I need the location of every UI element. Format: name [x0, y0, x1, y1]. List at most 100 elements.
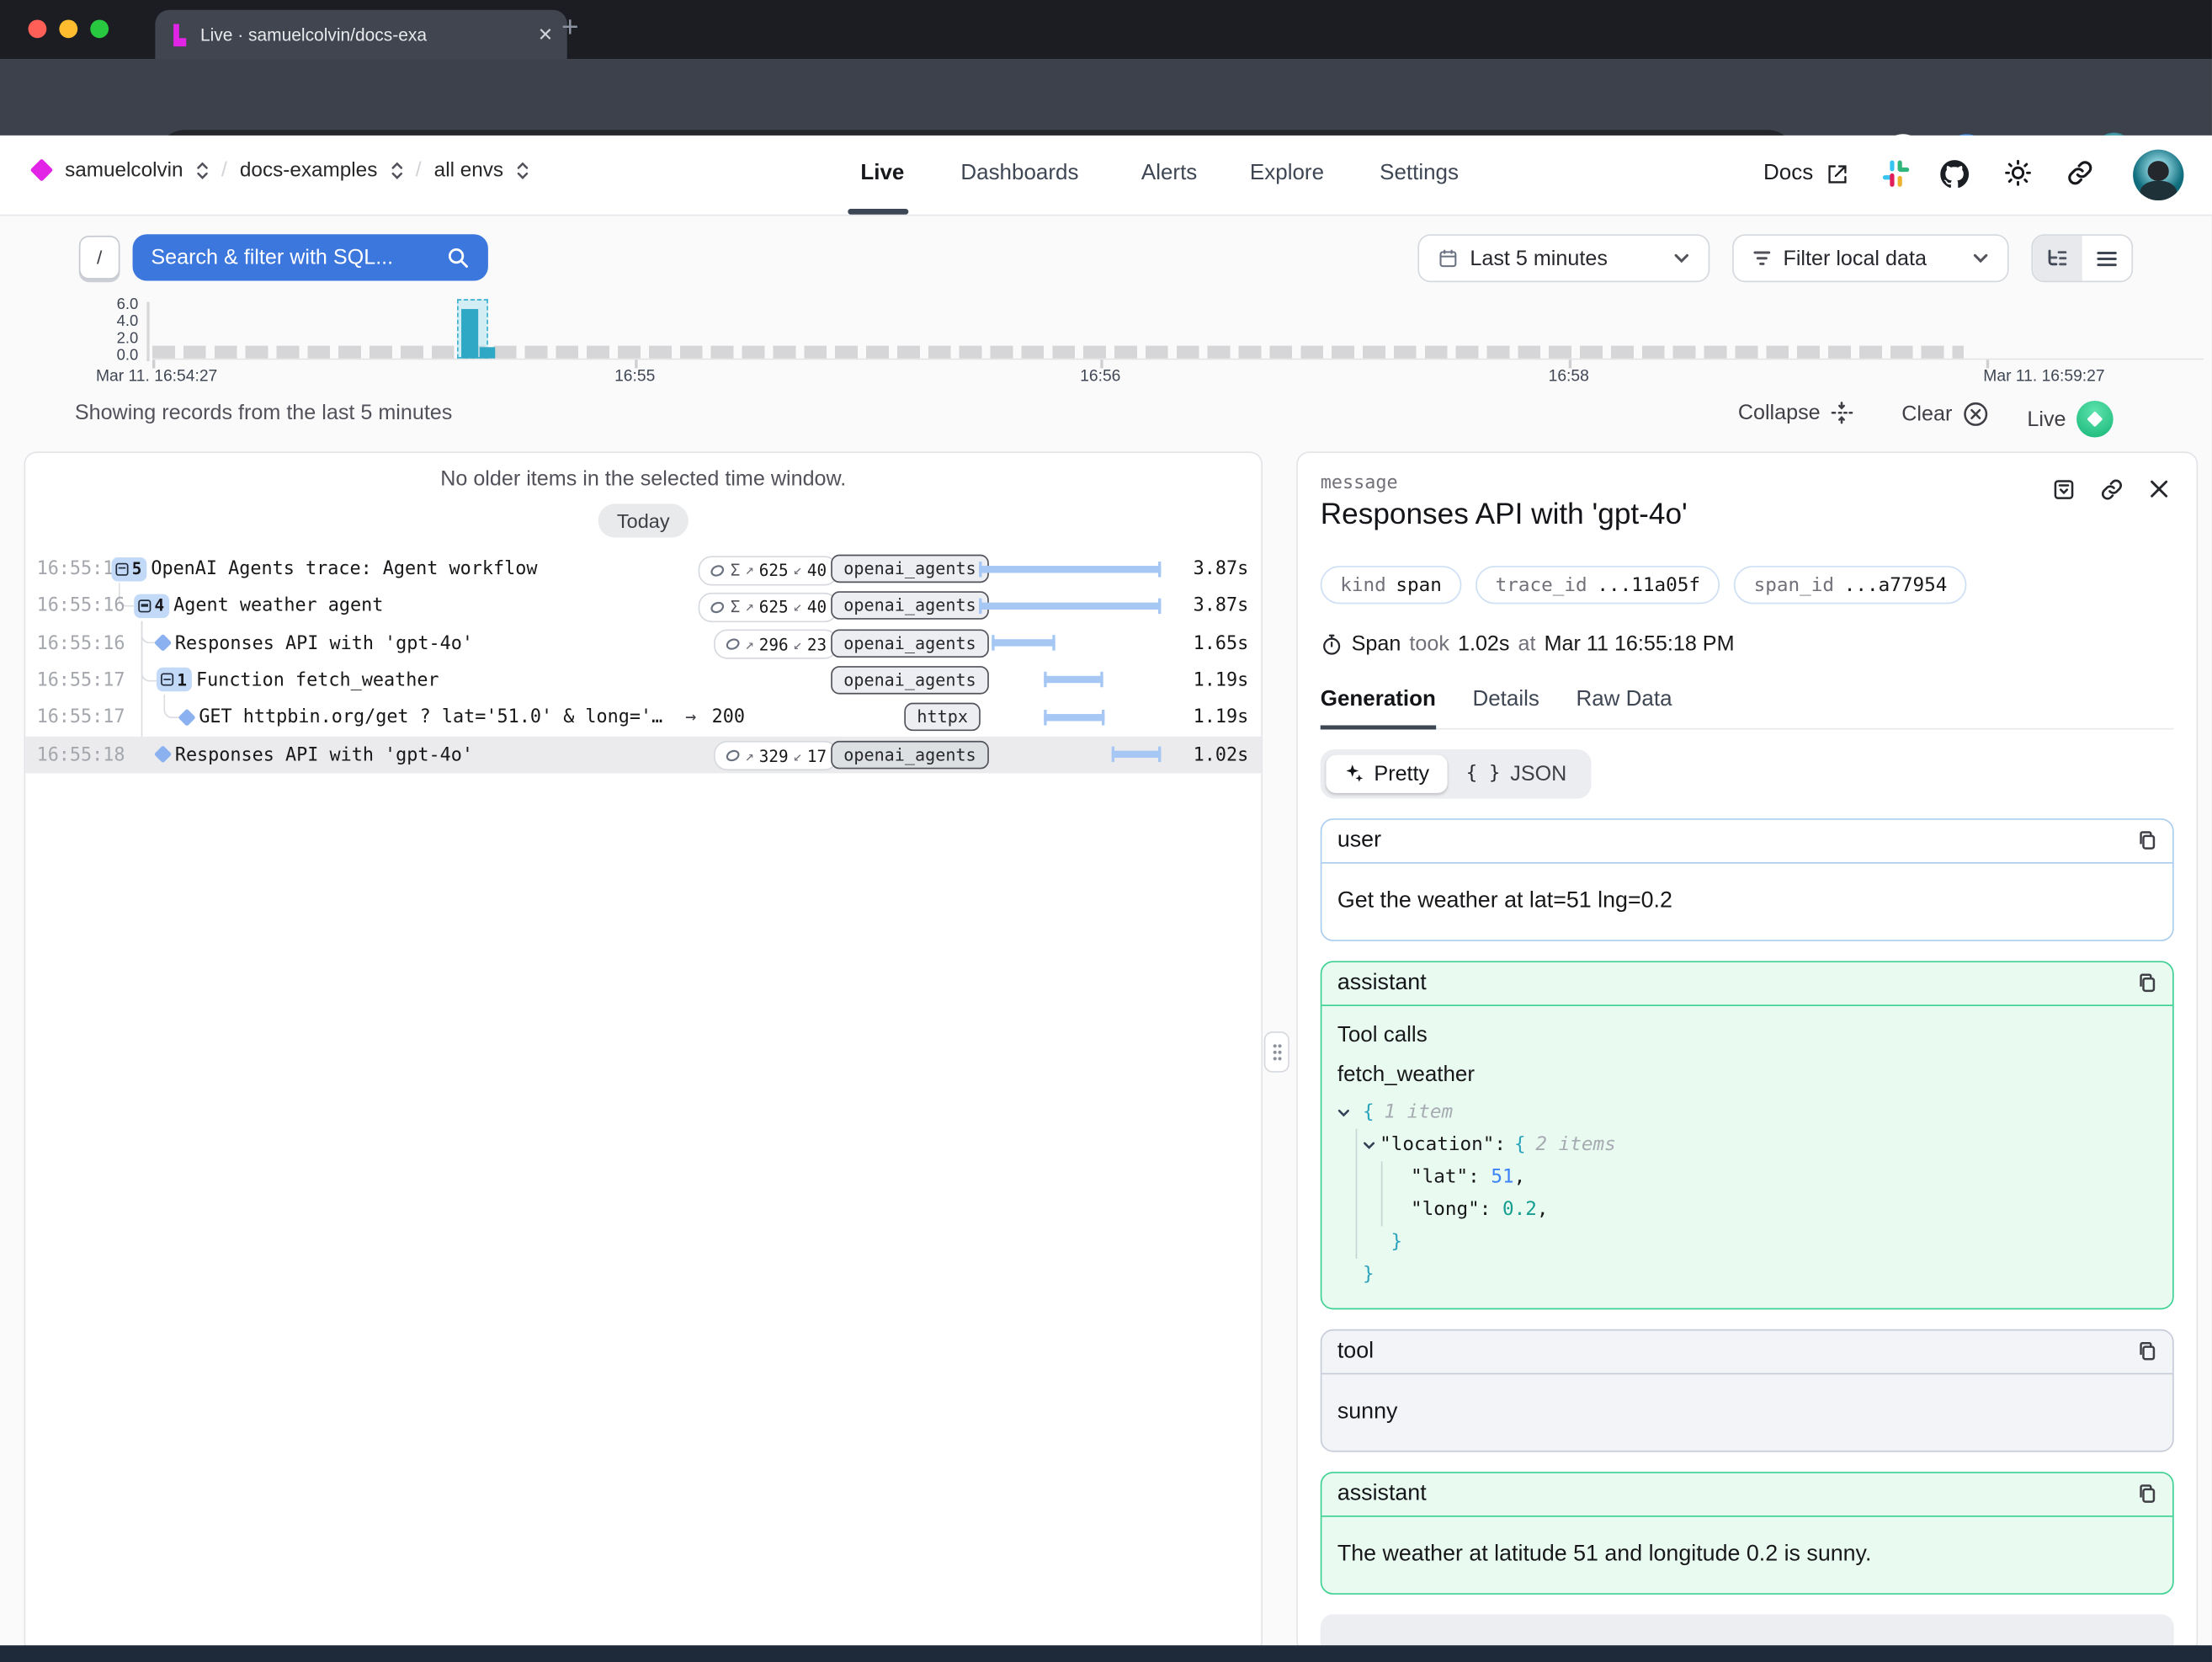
span-diamond-icon [154, 745, 172, 763]
minus-square-icon [161, 674, 173, 686]
tree-view-button[interactable] [2033, 236, 2082, 281]
slash-shortcut-key: / [79, 236, 120, 280]
clear-button[interactable]: Clear [1901, 401, 1989, 428]
external-link-icon[interactable] [1826, 163, 1848, 184]
env-select-icon[interactable] [516, 160, 529, 179]
mac-zoom-button[interactable] [90, 19, 109, 38]
chevron-down-icon [1673, 250, 1690, 267]
timeline-bar[interactable] [461, 309, 478, 359]
clear-label: Clear [1901, 402, 1952, 426]
slack-icon[interactable] [1880, 158, 1912, 189]
tab-close-icon[interactable]: ✕ [538, 24, 553, 46]
http-status: 200 [712, 707, 745, 728]
live-toggle[interactable]: Live [2027, 401, 2112, 438]
collapse-count-badge[interactable]: 4 [134, 594, 170, 617]
trace-row-selected[interactable]: 16:55:18 Responses API with 'gpt-4o' ↗32… [25, 736, 1261, 773]
empty-window-notice: No older items in the selected time wind… [25, 467, 1261, 491]
copy-icon[interactable] [2137, 829, 2156, 850]
row-timestamp: 16:55:16 [37, 596, 125, 617]
span-diamond-icon [178, 708, 195, 726]
timeline-bar[interactable] [480, 347, 495, 358]
arrow-down-icon: ↙ [793, 747, 802, 764]
project-select-icon[interactable] [390, 160, 402, 179]
collapse-chevron-icon[interactable] [1337, 1105, 1350, 1118]
breadcrumb-project[interactable]: docs-examples [240, 159, 377, 182]
trace-row[interactable]: 16:55:16 Responses API with 'gpt-4o' ↗29… [25, 625, 1261, 662]
span-detail-panel: message Responses API with 'gpt-4o' kind… [1296, 451, 2198, 1654]
tab-generation[interactable]: Generation [1321, 687, 1436, 729]
x-tick: Mar 11. 16:54:27 [96, 368, 217, 385]
minus-square-icon [138, 599, 151, 612]
view-mode-toggle [2031, 234, 2133, 282]
tab-explore[interactable]: Explore [1250, 161, 1324, 186]
role-label: user [1337, 828, 1381, 853]
time-range-dropdown[interactable]: Last 5 minutes [1417, 234, 1710, 282]
share-link-icon[interactable] [2066, 158, 2095, 188]
trace-row[interactable]: 16:55:17 GET httpbin.org/get ? lat='51.0… [25, 699, 1261, 736]
copy-link-icon[interactable] [2099, 477, 2124, 502]
tab-details[interactable]: Details [1472, 687, 1539, 727]
duration-bar [979, 598, 1161, 613]
search-button[interactable]: Search & filter with SQL... [133, 234, 488, 280]
trace-id-chip[interactable]: trace_id...11a05f [1476, 566, 1720, 604]
list-view-button[interactable] [2082, 236, 2132, 281]
arrow-down-icon: ↙ [793, 599, 802, 615]
y-tick: 0.0 [90, 347, 138, 364]
token-usage-badge: ↗296 ↙23 [714, 630, 838, 659]
message-text: sunny [1321, 1374, 2172, 1451]
breadcrumb: samuelcolvin / docs-examples / all envs [31, 158, 529, 182]
duration-value: 1.19s [1194, 707, 1249, 728]
archive-span-icon[interactable] [2051, 477, 2076, 502]
tool-args-json-tree: {1 item "location":{2 items "lat": 51, "… [1337, 1095, 2157, 1290]
copy-icon[interactable] [2137, 1340, 2156, 1361]
theme-sun-icon[interactable] [2003, 158, 2033, 188]
collapse-button[interactable]: Collapse [1738, 401, 1854, 424]
duration-value: 1.65s [1194, 633, 1249, 654]
pretty-view-button[interactable]: Pretty [1326, 754, 1447, 792]
arrow-up-icon: ↗ [745, 747, 754, 764]
close-panel-icon[interactable] [2147, 477, 2171, 500]
mac-close-button[interactable] [29, 19, 47, 38]
collapse-icon [1830, 401, 1853, 424]
mac-minimize-button[interactable] [59, 19, 77, 38]
trace-row[interactable]: 16:55:16 5 OpenAI Agents trace: Agent wo… [25, 551, 1261, 588]
browser-tab[interactable]: Live · samuelcolvin/docs-exa ✕ [155, 10, 566, 60]
filter-local-dropdown[interactable]: Filter local data [1732, 234, 2008, 282]
window-bottom-edge [0, 1645, 2212, 1662]
breadcrumb-org[interactable]: samuelcolvin [65, 159, 183, 182]
arrow-up-icon: ↗ [745, 562, 754, 578]
org-select-icon[interactable] [196, 160, 209, 179]
span-label: Responses API with 'gpt-4o' [175, 633, 473, 654]
message-block-assistant: assistant Tool calls fetch_weather {1 it… [1321, 961, 2174, 1309]
tab-live[interactable]: Live [860, 161, 904, 186]
trace-row[interactable]: 16:55:16 4 Agent weather agent Σ ↗625 ↙4… [25, 588, 1261, 625]
tab-dashboards[interactable]: Dashboards [960, 161, 1078, 186]
breadcrumb-env[interactable]: all envs [434, 159, 503, 182]
tab-alerts[interactable]: Alerts [1141, 161, 1197, 186]
timeline-baseline-dashes [152, 346, 1964, 358]
panel-resize-handle[interactable] [1264, 1031, 1289, 1073]
span-id-chip[interactable]: span_id...a77954 [1734, 566, 1967, 604]
coin-icon [725, 748, 740, 763]
copy-icon[interactable] [2137, 972, 2156, 993]
github-icon[interactable] [1938, 158, 1971, 191]
tab-settings[interactable]: Settings [1380, 161, 1459, 186]
token-usage-badge: Σ ↗625 ↙40 [699, 593, 837, 622]
tab-raw-data[interactable]: Raw Data [1576, 687, 1672, 727]
duration-bar [979, 747, 1161, 762]
role-label: assistant [1337, 1481, 1427, 1506]
user-avatar[interactable] [2133, 150, 2183, 200]
new-tab-button[interactable]: + [561, 11, 579, 45]
trace-row[interactable]: 16:55:17 1 Function fetch_weather openai… [25, 662, 1261, 699]
collapse-count-badge[interactable]: 5 [111, 557, 147, 580]
docs-link[interactable]: Docs [1763, 161, 1813, 186]
collapse-chevron-icon[interactable] [1363, 1138, 1375, 1151]
span-title: Responses API with 'gpt-4o' [1321, 498, 2174, 532]
circle-x-icon [1962, 401, 1989, 428]
collapse-count-badge[interactable]: 1 [157, 668, 193, 691]
scope-chip: httpx [904, 703, 981, 732]
field-name-label: message [1321, 472, 2174, 493]
json-view-button[interactable]: { } JSON [1448, 754, 1585, 792]
today-chip[interactable]: Today [598, 503, 688, 537]
copy-icon[interactable] [2137, 1483, 2156, 1504]
